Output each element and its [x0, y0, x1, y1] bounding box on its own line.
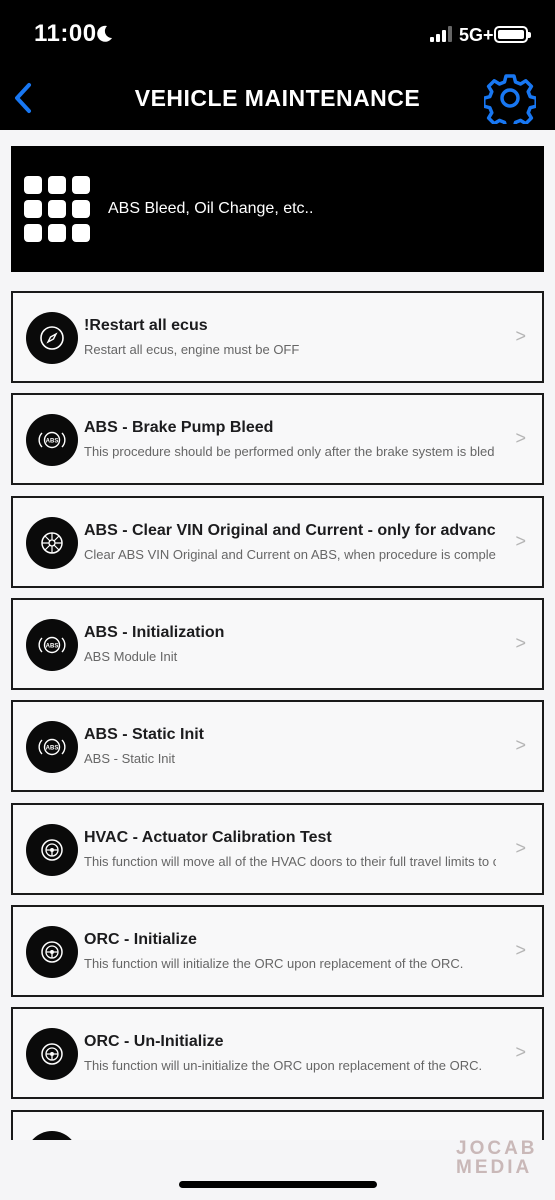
chevron-right-icon: >	[515, 326, 526, 346]
grid-icon	[24, 176, 90, 242]
wheel-icon	[26, 517, 78, 569]
moon-icon	[97, 25, 112, 42]
item-title: ORC - Un-Initialize	[84, 1033, 224, 1050]
list-item-hvac-actuator-calibration[interactable]: HVAC - Actuator Calibration Test This fu…	[11, 803, 544, 895]
watermark: JOCAB MEDIA	[456, 1138, 538, 1178]
chevron-right-icon: >	[515, 838, 526, 858]
item-title: !Restart all ecus	[84, 317, 208, 334]
signal-icon	[430, 26, 452, 42]
chevron-right-icon: >	[515, 735, 526, 755]
banner-text: ABS Bleed, Oil Change, etc..	[108, 200, 314, 217]
item-subtitle: This function will move all of the HVAC …	[84, 854, 496, 869]
item-subtitle: Restart all ecus, engine must be OFF	[84, 342, 300, 357]
status-time: 11:00	[34, 20, 97, 47]
chevron-right-icon: >	[515, 1042, 526, 1062]
item-subtitle: ABS - Static Init	[84, 751, 176, 766]
network-type: 5G+	[459, 25, 494, 45]
chevron-right-icon: >	[515, 428, 526, 448]
abs-icon: ABS	[26, 619, 78, 671]
battery-icon	[494, 26, 531, 43]
item-title: ABS - Initialization	[84, 624, 225, 641]
item-subtitle: Clear ABS VIN Original and Current on AB…	[84, 547, 496, 562]
list-item-orc-initialize[interactable]: ORC - Initialize This function will init…	[11, 905, 544, 997]
status-bar: 11:00 5G+	[0, 0, 555, 66]
item-subtitle: This procedure should be performed only …	[84, 444, 495, 459]
item-subtitle: This function will initialize the ORC up…	[84, 956, 464, 971]
item-title: ABS - Static Init	[84, 726, 205, 743]
abs-icon: ABS	[26, 721, 78, 773]
steering-wheel-icon	[26, 926, 78, 978]
gear-icon	[482, 74, 538, 131]
svg-text:ABS: ABS	[46, 439, 59, 445]
settings-button[interactable]	[482, 72, 538, 131]
item-title: ORC - Initialize	[84, 931, 197, 948]
item-title: ABS - Clear VIN Original and Current - o…	[84, 522, 496, 539]
chevron-right-icon: >	[515, 633, 526, 653]
list-item-restart-all-ecus[interactable]: !Restart all ecus Restart all ecus, engi…	[11, 291, 544, 383]
steering-wheel-icon	[26, 1131, 78, 1140]
abs-icon: ABS	[26, 414, 78, 466]
item-title: ABS - Brake Pump Bleed	[84, 419, 274, 436]
item-title: HVAC - Actuator Calibration Test	[84, 829, 332, 846]
page-title: VEHICLE MAINTENANCE	[134, 85, 421, 111]
list-item-abs-brake-pump-bleed[interactable]: ABS ABS - Brake Pump Bleed This procedur…	[11, 393, 544, 485]
steering-wheel-icon	[26, 1028, 78, 1080]
home-indicator[interactable]	[179, 1181, 377, 1188]
chevron-right-icon: >	[515, 940, 526, 960]
list-item-abs-static-init[interactable]: ABS ABS - Static Init ABS - Static Init …	[11, 700, 544, 792]
svg-text:ABS: ABS	[46, 746, 59, 752]
svg-text:ABS: ABS	[46, 644, 59, 650]
list-item-orc-un-initialize[interactable]: ORC - Un-Initialize This function will u…	[11, 1007, 544, 1099]
nav-bar: VEHICLE MAINTENANCE	[0, 66, 555, 131]
list-item-abs-initialization[interactable]: ABS ABS - Initialization ABS Module Init…	[11, 598, 544, 690]
item-subtitle: ABS Module Init	[84, 649, 178, 664]
chevron-right-icon: >	[515, 531, 526, 551]
steering-wheel-icon	[26, 824, 78, 876]
item-subtitle: This function will un-initialize the ORC…	[84, 1058, 483, 1073]
category-banner[interactable]: ABS Bleed, Oil Change, etc..	[11, 146, 544, 272]
compass-icon	[26, 312, 78, 364]
list-item-abs-clear-vin[interactable]: ABS - Clear VIN Original and Current - o…	[11, 496, 544, 588]
list-item-partial[interactable]	[11, 1110, 544, 1140]
procedure-list[interactable]: !Restart all ecus Restart all ecus, engi…	[11, 291, 544, 1140]
